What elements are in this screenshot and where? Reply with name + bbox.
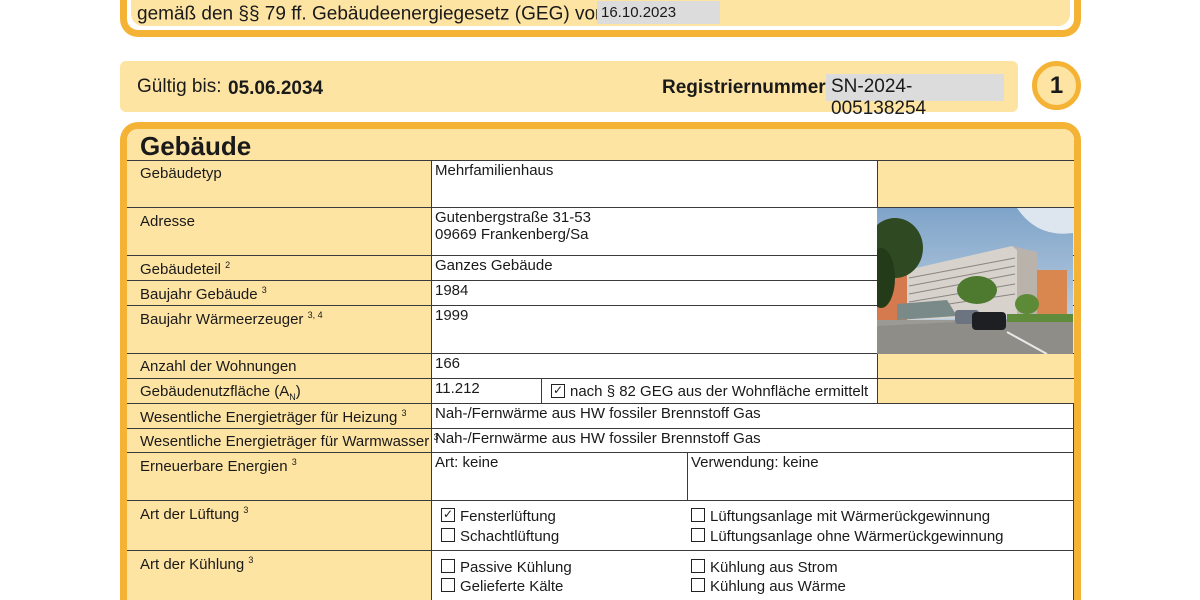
building-type-label: Gebäudetyp: [140, 165, 222, 182]
vent-schacht-label: Schachtlüftung: [460, 528, 560, 545]
law-reference: gemäß den §§ 79 ff. Gebäudeenergiegesetz…: [137, 1, 623, 25]
page-number-badge: 1: [1032, 61, 1081, 110]
section-title: Gebäude: [140, 131, 252, 161]
vent-without-recovery-label: Lüftungsanlage ohne Wärmerückgewinnung: [710, 528, 1004, 545]
valid-until-date: 05.06.2034: [228, 78, 324, 99]
footnote: 3: [261, 285, 267, 295]
floor-area-field[interactable]: 11.212: [431, 378, 542, 404]
heating-carrier-label: Wesentliche Energieträger für Heizung 3: [140, 408, 407, 426]
address-label: Adresse: [140, 213, 196, 230]
cool-heat-checkbox[interactable]: [691, 578, 705, 592]
cool-heat-label: Kühlung aus Wärme: [710, 578, 846, 595]
heating-carrier-label-text: Wesentliche Energieträger für Heizung: [140, 409, 398, 426]
floor-area-label-text: Gebäudenutzfläche (A: [140, 383, 290, 400]
heating-carrier-field[interactable]: Nah-/Fernwärme aus HW fossiler Brennstof…: [431, 403, 1074, 429]
building-part-label: Gebäudeteil 2: [140, 260, 230, 278]
law-date-field[interactable]: 16.10.2023: [597, 1, 720, 24]
registration-label: Registriernummer:: [662, 77, 832, 98]
footnote: 3, 4: [307, 310, 323, 320]
validity-bar: Gültig bis: 05.06.2034 Registriernummer:…: [120, 61, 1018, 119]
vent-with-recovery-label: Lüftungsanlage mit Wärmerückgewinnung: [710, 508, 991, 525]
law-text: gemäß den §§ 79 ff. Gebäudeenergiegesetz…: [137, 3, 611, 25]
valid-until-label: Gültig bis:: [137, 76, 222, 97]
heater-year-label-text: Baujahr Wärmeerzeuger: [140, 311, 304, 328]
cooling-label: Art der Kühlung 3: [140, 555, 253, 573]
floor-area-method-label: nach § 82 GEG aus der Wohnfläche ermitte…: [570, 383, 869, 400]
footnote: 3: [401, 408, 407, 418]
address-field[interactable]: Gutenbergstraße 31-53 09669 Frankenberg/…: [431, 207, 878, 256]
units-field[interactable]: 166: [431, 353, 878, 379]
cool-delivered-checkbox[interactable]: [441, 578, 455, 592]
footnote: 3: [248, 555, 254, 565]
floor-area-label: Gebäudenutzfläche (AN): [140, 383, 301, 402]
renewable-label: Erneuerbare Energien 3: [140, 457, 297, 475]
vent-schacht-checkbox[interactable]: [441, 528, 455, 542]
ventilation-label: Art der Lüftung 3: [140, 505, 248, 523]
cooling-label-text: Art der Kühlung: [140, 556, 245, 573]
footnote: 3: [433, 432, 439, 442]
vent-without-recovery-checkbox[interactable]: [691, 528, 705, 542]
floor-area-label-close: ): [295, 383, 301, 400]
cool-electric-checkbox[interactable]: [691, 559, 705, 573]
vent-with-recovery-checkbox[interactable]: [691, 508, 705, 522]
footnote: 3: [243, 505, 249, 515]
floor-area-method-checkbox[interactable]: ✓: [551, 384, 565, 398]
registration-number-field[interactable]: SN-2024-005138254: [826, 74, 1004, 119]
heater-year-label: Baujahr Wärmeerzeuger 3, 4: [140, 310, 323, 328]
building-type-field[interactable]: Mehrfamilienhaus: [431, 160, 878, 208]
cool-passive-label: Passive Kühlung: [460, 559, 572, 576]
units-label: Anzahl der Wohnungen: [140, 358, 297, 375]
building-photo-image: [877, 208, 1073, 354]
cool-delivered-label: Gelieferte Kälte: [460, 578, 564, 595]
ventilation-label-text: Art der Lüftung: [140, 506, 240, 523]
address-street: Gutenbergstraße 31-53: [435, 209, 591, 226]
heater-year-field[interactable]: 1999: [431, 305, 878, 354]
footnote: 2: [225, 260, 231, 270]
renewable-use-field[interactable]: Verwendung: keine: [687, 452, 1074, 501]
water-carrier-label-text: Wesentliche Energieträger für Warmwasser: [140, 433, 430, 450]
renewable-label-text: Erneuerbare Energien: [140, 458, 288, 475]
build-year-field[interactable]: 1984: [431, 280, 878, 306]
water-carrier-field[interactable]: Nah-/Fernwärme aus HW fossiler Brennstof…: [431, 428, 1074, 453]
vent-fenster-label: Fensterlüftung: [460, 508, 556, 525]
water-carrier-label: Wesentliche Energieträger für Warmwasser…: [140, 432, 438, 450]
build-year-label: Baujahr Gebäude 3: [140, 285, 267, 303]
building-part-label-text: Gebäudeteil: [140, 261, 221, 278]
vent-fenster-checkbox[interactable]: ✓: [441, 508, 455, 522]
cool-passive-checkbox[interactable]: [441, 559, 455, 573]
building-part-field[interactable]: Ganzes Gebäude: [431, 255, 878, 281]
footnote: 3: [291, 457, 297, 467]
address-city: 09669 Frankenberg/Sa: [435, 226, 589, 243]
building-photo: [877, 208, 1073, 354]
renewable-type-field[interactable]: Art: keine: [431, 452, 688, 501]
cool-electric-label: Kühlung aus Strom: [710, 559, 838, 576]
build-year-label-text: Baujahr Gebäude: [140, 286, 258, 303]
